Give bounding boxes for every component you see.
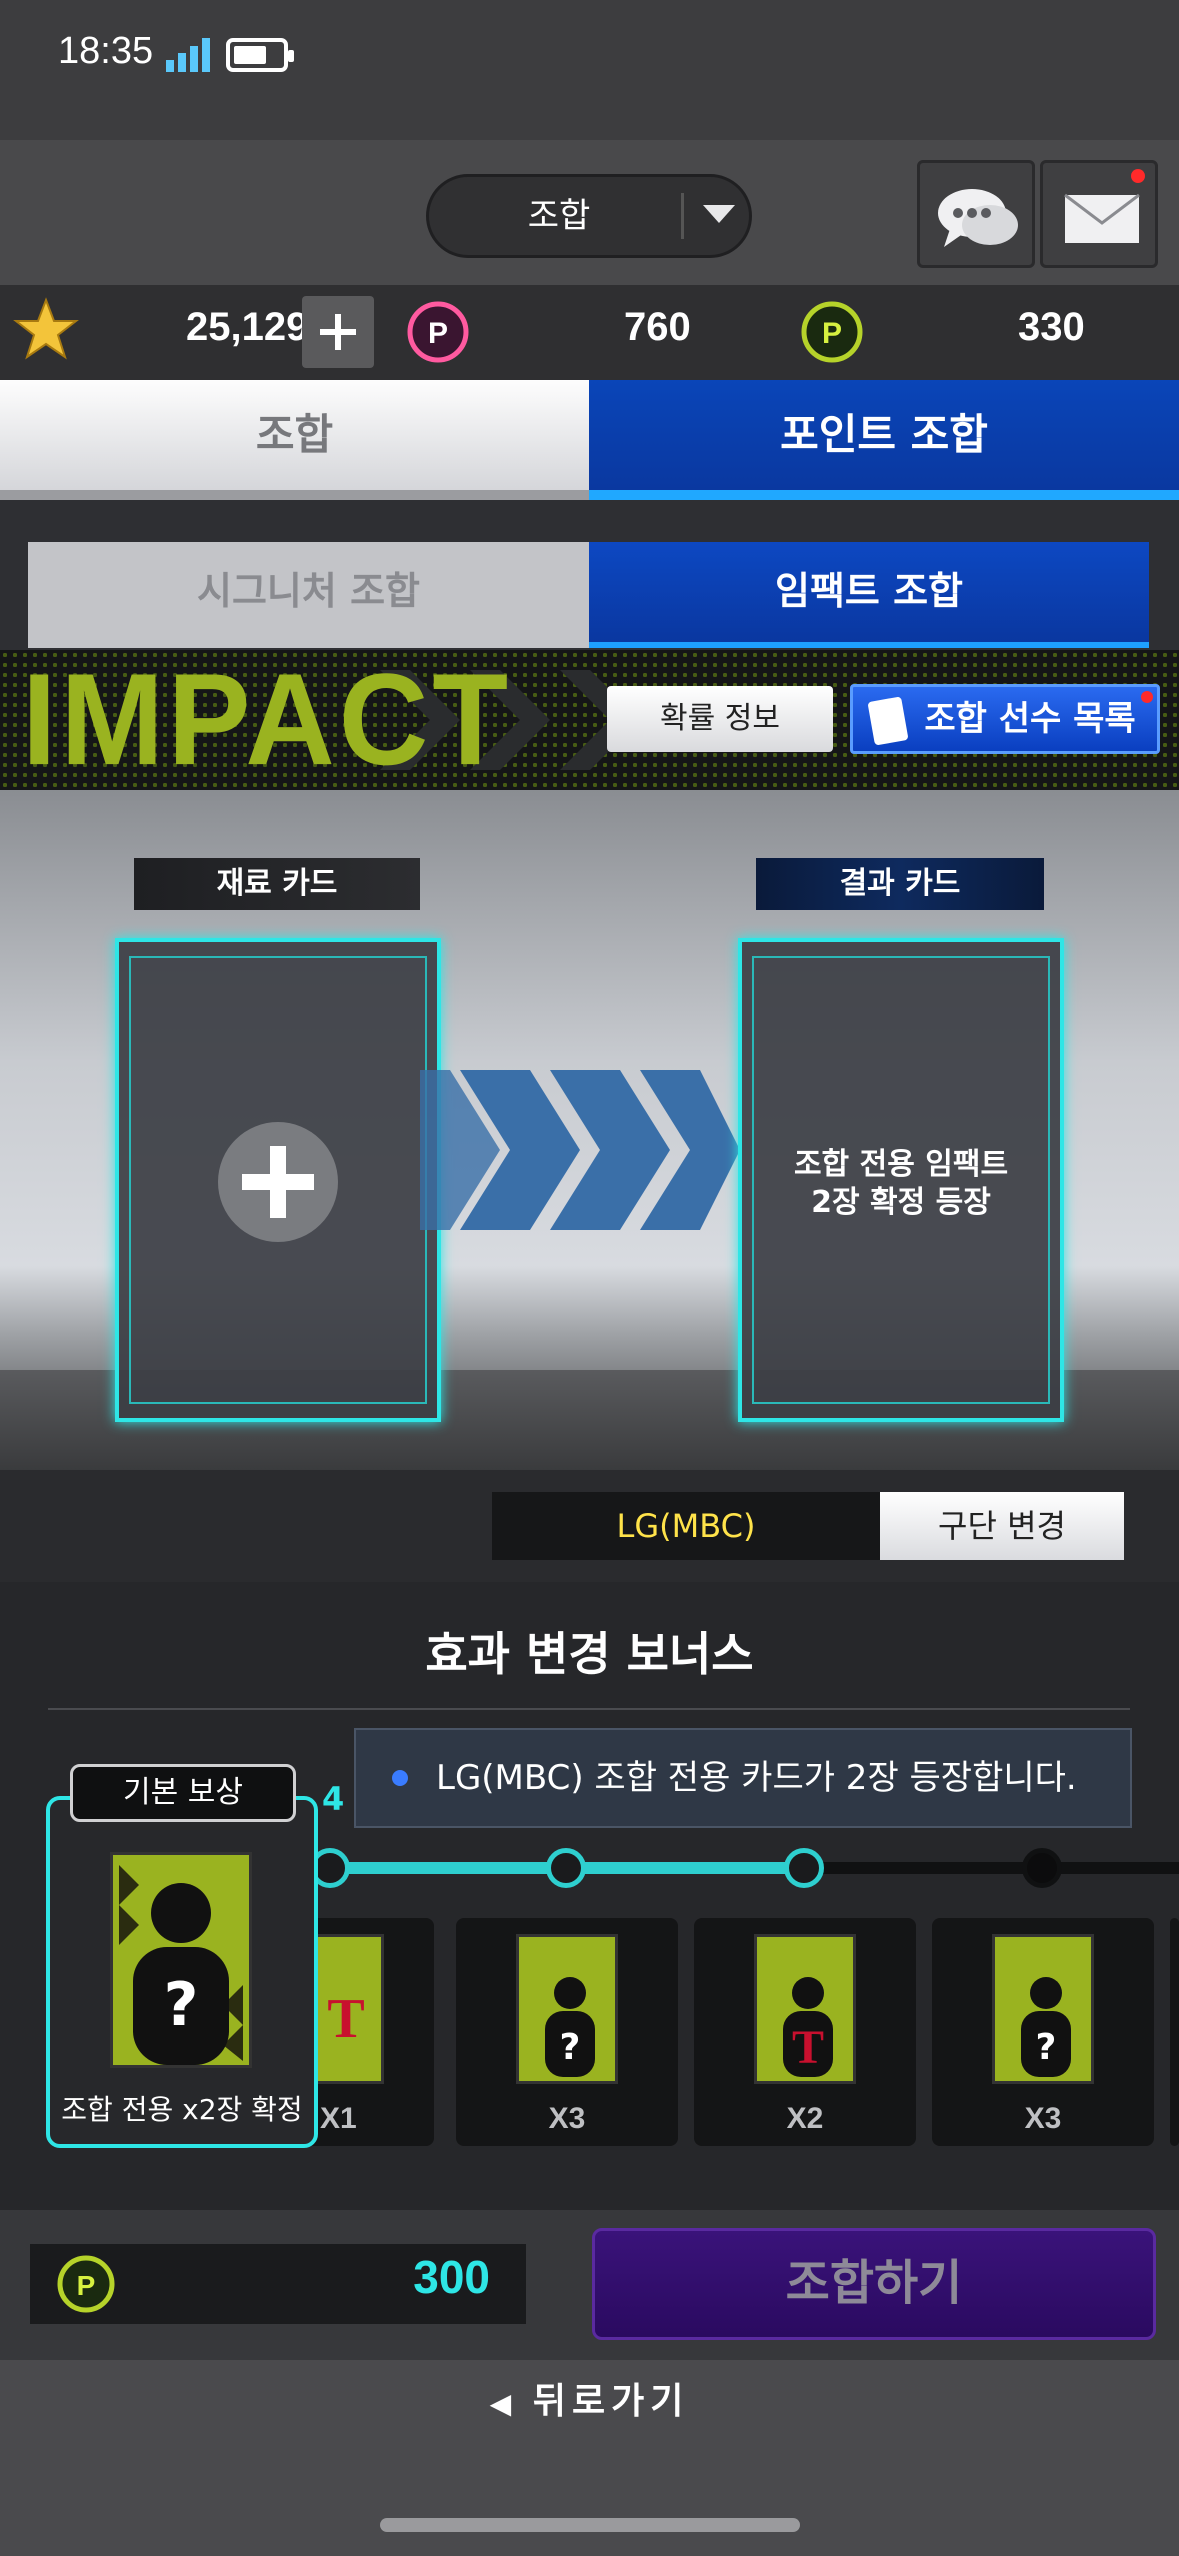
probability-info-button[interactable]: 확률 정보 [607, 686, 833, 752]
arrow-chevrons-icon [420, 1070, 740, 1230]
tab-point-compose[interactable]: 포인트 조합 [589, 380, 1179, 500]
impact-title: IMPACT [22, 647, 513, 793]
reward-type: T [792, 2021, 824, 2074]
result-description: 조합 전용 임팩트 2장 확정 등장 [752, 1146, 1050, 1222]
chat-button[interactable] [917, 160, 1035, 268]
home-indicator[interactable] [380, 2518, 800, 2532]
reward-multiplier: X2 [786, 2102, 824, 2135]
gp-point-icon: P [57, 2255, 115, 2313]
base-reward-art: ? [110, 1852, 252, 2068]
progress-node [546, 1848, 586, 1888]
player-list-button[interactable]: 조합 선수 목록 [850, 684, 1160, 754]
reward-type: ? [560, 2027, 581, 2068]
star-icon [13, 297, 79, 360]
battery-icon [226, 38, 294, 72]
reward-type: T [327, 1988, 364, 2050]
reward-multiplier: X3 [1024, 2102, 1062, 2135]
svg-text:P: P [77, 2270, 96, 2301]
star-count: 25,129 [186, 305, 309, 349]
result-description-line1: 조합 전용 임팩트 [793, 1147, 1009, 1182]
player-list-label: 조합 선수 목록 [924, 699, 1136, 739]
menu-dropdown-divider [681, 193, 684, 239]
mail-button[interactable] [1040, 160, 1158, 268]
progress-node [784, 1848, 824, 1888]
menu-dropdown[interactable]: 조합 [426, 174, 752, 258]
base-reward-label: 기본 보상 [70, 1764, 296, 1822]
compose-cost: 300 [413, 2251, 490, 2303]
back-button[interactable]: ◀ 뒤로가기 [0, 2372, 1179, 2424]
player-silhouette-icon: ? [119, 1865, 243, 2065]
chevron-down-icon [703, 205, 735, 223]
subtab-impact[interactable]: 임팩트 조합 [589, 542, 1149, 648]
back-arrow-icon: ◀ [489, 2387, 533, 2420]
status-time: 18:35 [58, 30, 154, 72]
back-label: 뒤로가기 [532, 2381, 690, 2422]
bonus-tooltip-text: LG(MBC) 조합 전용 카드가 2장 등장합니다. [436, 1758, 1077, 1798]
reward-card[interactable]: ? X3 [932, 1918, 1154, 2146]
progress-node [1022, 1848, 1062, 1888]
card-icon [867, 696, 909, 746]
add-stars-button[interactable] [302, 296, 374, 368]
chat-icon [938, 189, 1018, 247]
result-card-label: 결과 카드 [756, 858, 1044, 910]
add-material-button[interactable] [218, 1122, 338, 1242]
notification-dot [1131, 169, 1145, 183]
reward-card[interactable]: ? X3 [456, 1918, 678, 2146]
material-card-label: 재료 카드 [134, 858, 420, 910]
signal-icon [166, 38, 210, 72]
compose-button[interactable]: 조합하기 [592, 2228, 1156, 2340]
reward-type: ? [1036, 2027, 1057, 2068]
p-point-icon: P [407, 301, 469, 363]
menu-dropdown-label: 조합 [527, 196, 591, 236]
divider [48, 1708, 1130, 1710]
result-description-line2: 2장 확정 등장 [811, 1185, 991, 1220]
reward-multiplier: X3 [548, 2102, 586, 2135]
gp-point-count: 330 [1018, 305, 1085, 349]
tab-compose[interactable]: 조합 [0, 380, 589, 500]
team-name: LG(MBC) [492, 1492, 880, 1560]
p-point-count: 760 [624, 305, 691, 349]
notification-dot [1141, 691, 1153, 703]
reward-card[interactable]: T X2 [694, 1918, 916, 2146]
reward-card-partial [1170, 1918, 1179, 2146]
bonus-title: 효과 변경 보너스 [425, 1627, 754, 1681]
currency-bar [0, 285, 1179, 380]
bullet-icon [392, 1770, 408, 1786]
gp-point-icon: P [801, 301, 863, 363]
change-team-button[interactable]: 구단 변경 [880, 1492, 1124, 1560]
base-reward-caption: 조합 전용 x2장 확정 [61, 2093, 303, 2126]
subtab-signature[interactable]: 시그니처 조합 [28, 542, 589, 648]
svg-text:?: ? [164, 1970, 199, 2040]
bonus-tooltip: LG(MBC) 조합 전용 카드가 2장 등장합니다. [354, 1728, 1132, 1828]
step-number: 4 [322, 1780, 345, 1818]
svg-text:P: P [428, 317, 448, 350]
svg-text:P: P [822, 317, 842, 350]
